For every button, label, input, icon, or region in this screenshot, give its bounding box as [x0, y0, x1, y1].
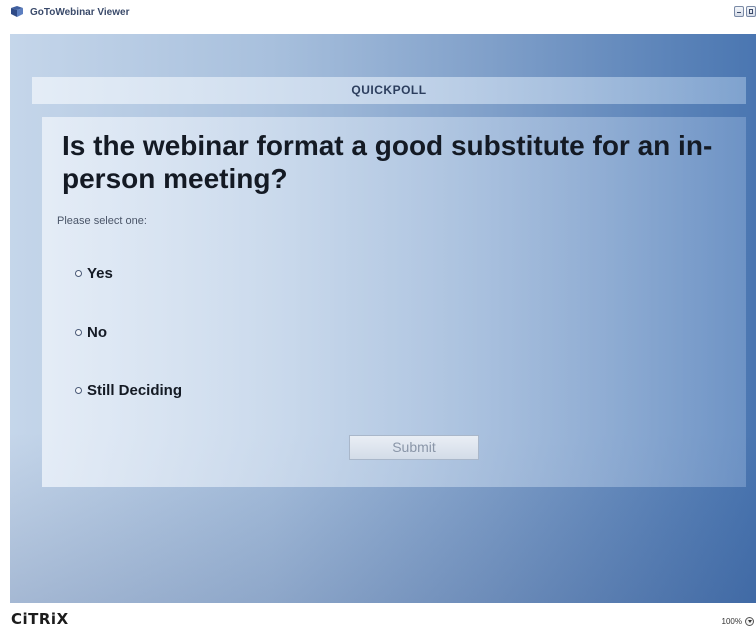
status-bar: CiTRiX 100% [0, 603, 756, 637]
presentation-area: QUICKPOLL Is the webinar format a good s… [10, 34, 756, 603]
submit-button[interactable]: Submit [349, 435, 479, 460]
poll-option-label: Still Deciding [87, 382, 183, 399]
poll-option-yes[interactable]: Yes [75, 265, 113, 282]
poll-instruction: Please select one: [57, 215, 147, 227]
window-title: GoToWebinar Viewer [30, 7, 130, 18]
gotowebinar-icon [11, 6, 23, 17]
poll-option-still-deciding[interactable]: Still Deciding [75, 382, 182, 399]
radio-empty-icon[interactable] [75, 329, 82, 336]
citrix-logo: CiTRiX [11, 610, 69, 628]
radio-empty-icon[interactable] [75, 270, 82, 277]
gotowebinar-window: GoToWebinar Viewer QUICKPOLL Is the webi… [0, 0, 756, 637]
window-controls [734, 6, 756, 20]
zoom-level: 100% [721, 617, 742, 626]
poll-panel: Is the webinar format a good substitute … [42, 117, 746, 487]
zoom-control[interactable]: 100% [722, 617, 754, 626]
radio-empty-icon[interactable] [75, 387, 82, 394]
chevron-down-icon[interactable] [745, 617, 754, 626]
poll-option-no[interactable]: No [75, 324, 107, 341]
poll-option-label: Yes [87, 265, 113, 282]
minimize-icon[interactable] [734, 6, 744, 17]
maximize-icon[interactable] [746, 6, 756, 17]
poll-question: Is the webinar format a good substitute … [62, 130, 713, 194]
poll-header: QUICKPOLL [32, 77, 746, 104]
title-bar: GoToWebinar Viewer [0, 0, 756, 34]
poll-option-label: No [87, 324, 107, 341]
